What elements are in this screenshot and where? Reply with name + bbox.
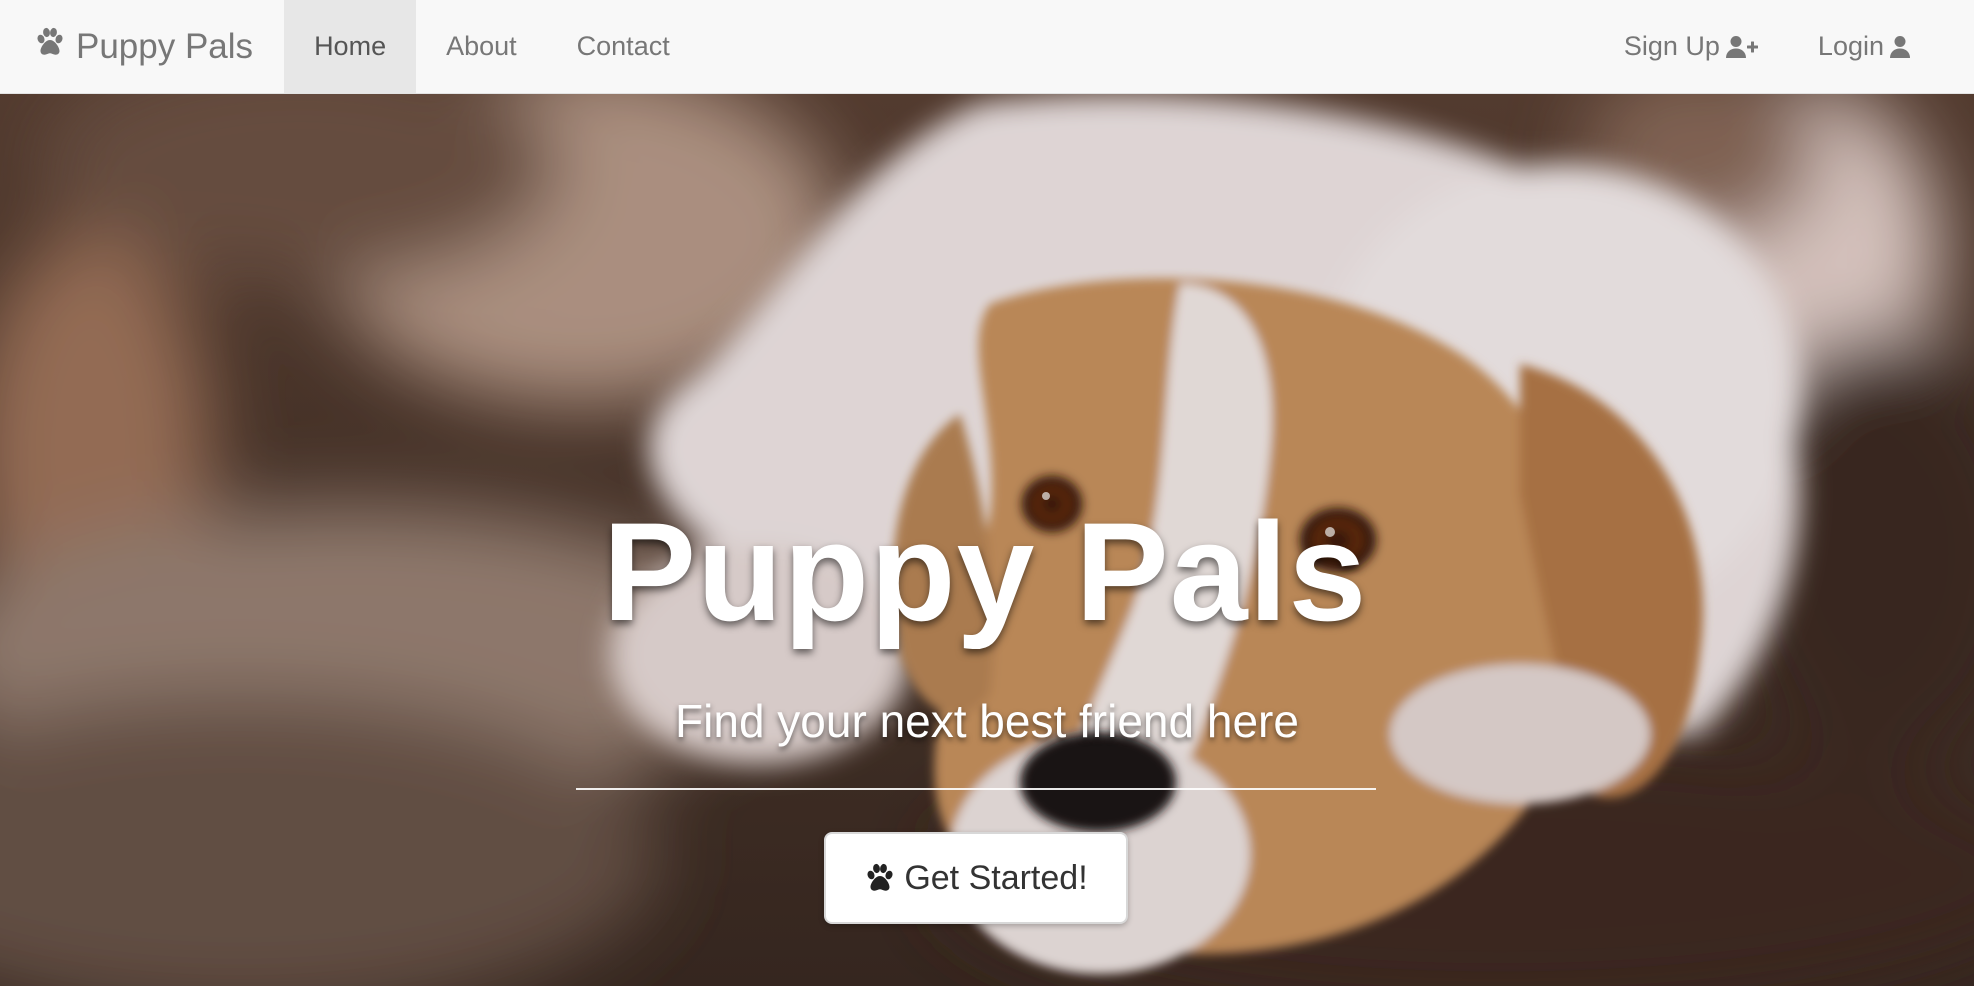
- hero-content: Puppy Pals Find your next best friend he…: [0, 94, 1974, 986]
- hero-divider: [576, 788, 1376, 790]
- nav-item-label: Contact: [576, 31, 670, 61]
- nav-item-label: Sign Up: [1623, 31, 1720, 61]
- brand-label: Puppy Pals: [76, 26, 254, 66]
- brand-link[interactable]: Puppy Pals: [0, 0, 284, 93]
- paw-icon: [864, 862, 896, 894]
- nav-item-login[interactable]: Login: [1788, 0, 1940, 93]
- user-icon: [1890, 35, 1910, 59]
- nav-item-label: Home: [314, 31, 387, 61]
- get-started-button[interactable]: Get Started!: [824, 832, 1128, 924]
- nav-item-contact[interactable]: Contact: [547, 0, 700, 93]
- nav-item-sign-up[interactable]: Sign Up: [1594, 0, 1788, 93]
- hero-subtitle: Find your next best friend here: [675, 695, 1299, 747]
- navbar: Puppy Pals Home About Contact Sign Up Lo…: [0, 0, 1974, 94]
- nav-item-home[interactable]: Home: [284, 0, 417, 93]
- nav-item-about[interactable]: About: [416, 0, 547, 93]
- nav-item-label: Login: [1817, 31, 1884, 61]
- hero-title: Puppy Pals: [602, 493, 1368, 650]
- main-nav: Home About Contact: [284, 0, 700, 93]
- nav-item-label: About: [446, 31, 517, 61]
- get-started-label: Get Started!: [904, 858, 1088, 897]
- user-plus-icon: [1725, 35, 1758, 59]
- account-nav: Sign Up Login: [1594, 0, 1974, 93]
- paw-icon: [34, 26, 66, 67]
- hero-section: Puppy Pals Find your next best friend he…: [0, 94, 1974, 986]
